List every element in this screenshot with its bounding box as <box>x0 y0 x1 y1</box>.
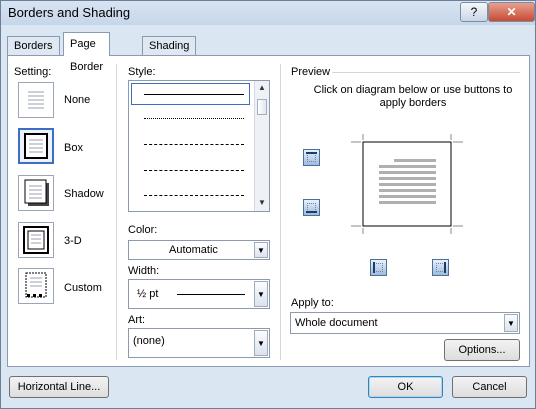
3d-setting-icon <box>23 226 49 254</box>
right-border-icon <box>444 262 446 273</box>
apply-to-select[interactable]: Whole document ▼ <box>290 312 520 334</box>
preview-rule <box>332 72 520 73</box>
ok-button[interactable]: OK <box>368 376 443 398</box>
bottom-border-button[interactable] <box>303 199 320 216</box>
tab-borders[interactable]: Borders <box>7 36 60 55</box>
none-setting-icon <box>28 91 44 109</box>
right-border-button[interactable] <box>432 259 449 276</box>
width-line-sample <box>177 294 245 295</box>
divider-left <box>116 64 117 360</box>
setting-box-label: Box <box>64 142 83 154</box>
style-label: Style: <box>128 66 156 78</box>
scroll-up-icon[interactable]: ▲ <box>257 83 267 92</box>
apply-to-dropdown-icon[interactable]: ▼ <box>504 314 518 332</box>
style-dash-dot-line[interactable] <box>144 195 244 196</box>
setting-label: Setting: <box>14 66 52 78</box>
scroll-thumb[interactable] <box>257 99 267 115</box>
color-label: Color: <box>128 224 158 236</box>
setting-3d-button[interactable] <box>18 222 54 258</box>
setting-shadow-button[interactable] <box>18 175 54 211</box>
left-border-icon <box>373 262 375 273</box>
width-label: Width: <box>128 265 160 277</box>
close-button[interactable]: ✕ <box>488 2 535 22</box>
preview-instructions: Click on diagram below or use buttons to… <box>313 84 513 109</box>
color-dropdown-icon[interactable]: ▼ <box>254 242 268 258</box>
apply-to-label: Apply to: <box>291 297 334 309</box>
setting-none-button[interactable] <box>18 82 54 118</box>
setting-custom-label: Custom <box>64 282 102 294</box>
help-button[interactable]: ? <box>460 2 488 22</box>
bottom-border-icon <box>306 211 317 213</box>
divider-right <box>280 64 281 360</box>
tab-shading[interactable]: Shading <box>142 36 197 55</box>
top-border-icon <box>306 152 317 154</box>
title-bar: Borders and Shading ? ✕ <box>1 1 535 25</box>
style-list[interactable]: ▲ ▼ <box>128 80 270 212</box>
setting-custom-button[interactable] <box>18 268 54 304</box>
horizontal-line-button[interactable]: Horizontal Line... <box>9 376 109 398</box>
width-select[interactable]: ½ pt ▼ <box>128 279 270 309</box>
custom-setting-icon <box>25 272 47 298</box>
style-dashed-line[interactable] <box>144 170 244 171</box>
setting-none-label: None <box>64 94 91 106</box>
setting-shadow-label: Shadow <box>64 188 104 200</box>
color-value: Automatic <box>169 244 218 256</box>
preview-diagram[interactable] <box>351 134 463 234</box>
style-dashed-small-line[interactable] <box>144 144 244 145</box>
borders-and-shading-dialog: Borders and Shading ? ✕ Borders Page Bor… <box>0 0 536 409</box>
preview-label: Preview <box>291 66 331 78</box>
art-select[interactable]: (none) ▼ <box>128 328 270 358</box>
tab-page-border[interactable]: Page Border <box>63 32 111 73</box>
style-solid-line[interactable] <box>144 94 244 95</box>
page-border-panel: Setting: None Box Shadow 3-D Custom Styl… <box>7 55 530 367</box>
apply-to-value: Whole document <box>295 317 378 329</box>
setting-3d-label: 3-D <box>64 235 82 247</box>
style-scrollbar[interactable]: ▲ ▼ <box>254 81 269 211</box>
shadow-setting-icon <box>24 179 49 206</box>
top-border-button[interactable] <box>303 149 320 166</box>
dialog-title: Borders and Shading <box>8 5 131 20</box>
art-label: Art: <box>128 314 146 326</box>
width-value: ½ pt <box>137 288 159 300</box>
setting-box-button[interactable] <box>18 128 54 164</box>
art-dropdown-icon[interactable]: ▼ <box>254 330 268 356</box>
scroll-down-icon[interactable]: ▼ <box>257 198 267 207</box>
color-select[interactable]: Automatic ▼ <box>128 240 270 260</box>
options-button[interactable]: Options... <box>444 339 520 361</box>
width-dropdown-icon[interactable]: ▼ <box>254 281 268 307</box>
style-dotted-line[interactable] <box>144 118 244 119</box>
cancel-button[interactable]: Cancel <box>452 376 527 398</box>
left-border-button[interactable] <box>370 259 387 276</box>
art-value: (none) <box>133 335 165 347</box>
box-setting-icon <box>24 133 48 159</box>
